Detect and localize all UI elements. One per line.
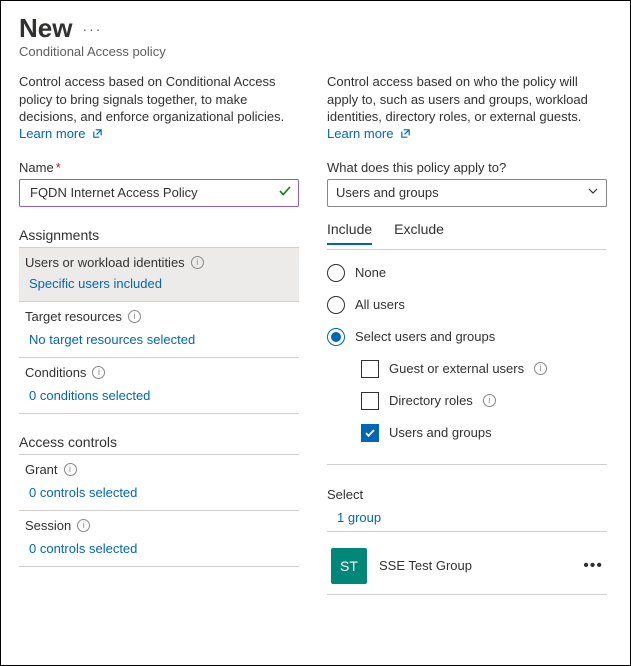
users-identities-label: Users or workload identities (25, 255, 185, 270)
info-icon[interactable]: i (77, 519, 90, 532)
page-title: New (19, 13, 72, 44)
group-item-menu-button[interactable]: ••• (583, 557, 603, 575)
checkbox-icon (361, 424, 379, 442)
checkbox-guest-external[interactable]: Guest or external users i (361, 360, 607, 378)
target-resources-row[interactable]: Target resources i (19, 302, 299, 330)
tab-include[interactable]: Include (327, 221, 372, 245)
target-resources-link[interactable]: No target resources selected (29, 332, 195, 347)
checkbox-directory-roles[interactable]: Directory roles i (361, 392, 607, 410)
name-input[interactable] (28, 184, 278, 201)
conditions-link[interactable]: 0 conditions selected (29, 388, 150, 403)
name-input-wrap[interactable] (19, 179, 299, 207)
learn-more-label: Learn more (327, 126, 393, 141)
grant-row[interactable]: Grant i (19, 455, 299, 483)
users-identities-link[interactable]: Specific users included (29, 276, 162, 291)
page-subtitle: Conditional Access policy (19, 44, 612, 59)
radio-none-label: None (355, 265, 386, 280)
checkbox-users-groups[interactable]: Users and groups (361, 424, 607, 442)
checkbox-icon (361, 360, 379, 378)
info-icon[interactable]: i (534, 362, 547, 375)
left-learn-more-link[interactable]: Learn more (19, 126, 103, 141)
external-link-icon (92, 127, 103, 142)
check-icon (278, 184, 292, 201)
tab-exclude[interactable]: Exclude (394, 221, 444, 245)
grant-link[interactable]: 0 controls selected (29, 485, 137, 500)
conditions-label: Conditions (25, 365, 86, 380)
radio-none[interactable]: None (327, 264, 607, 282)
group-name: SSE Test Group (379, 558, 472, 573)
radio-select-label: Select users and groups (355, 329, 495, 344)
select-label: Select (327, 487, 607, 502)
session-label: Session (25, 518, 71, 533)
access-controls-heading: Access controls (19, 434, 299, 450)
users-identities-row[interactable]: Users or workload identities i (19, 248, 299, 276)
select-link[interactable]: 1 group (337, 510, 381, 525)
radio-all-users-label: All users (355, 297, 405, 312)
selected-group-item[interactable]: ST SSE Test Group ••• (327, 538, 607, 594)
info-icon[interactable]: i (64, 463, 77, 476)
right-learn-more-link[interactable]: Learn more (327, 126, 411, 141)
info-icon[interactable]: i (128, 310, 141, 323)
radio-icon (327, 296, 345, 314)
checkbox-icon (361, 392, 379, 410)
session-link[interactable]: 0 controls selected (29, 541, 137, 556)
checkbox-guest-label: Guest or external users (389, 361, 524, 376)
info-icon[interactable]: i (92, 366, 105, 379)
users-identities-sub[interactable]: Specific users included (19, 276, 299, 301)
session-row[interactable]: Session i (19, 511, 299, 539)
group-avatar: ST (331, 548, 367, 584)
apply-dropdown-value: Users and groups (336, 185, 439, 200)
checkbox-usersgroups-label: Users and groups (389, 425, 492, 440)
conditions-row[interactable]: Conditions i (19, 358, 299, 386)
info-icon[interactable]: i (191, 256, 204, 269)
title-menu-button[interactable]: ··· (82, 21, 102, 37)
target-resources-label: Target resources (25, 309, 122, 324)
apply-dropdown[interactable]: Users and groups (327, 179, 607, 207)
checkbox-dirroles-label: Directory roles (389, 393, 473, 408)
right-description: Control access based on who the policy w… (327, 73, 607, 126)
radio-icon (327, 328, 345, 346)
assignments-heading: Assignments (19, 227, 299, 243)
learn-more-label: Learn more (19, 126, 85, 141)
chevron-down-icon (588, 186, 598, 199)
info-icon[interactable]: i (483, 394, 496, 407)
name-field-label: Name* (19, 160, 299, 175)
grant-label: Grant (25, 462, 58, 477)
radio-select-users-groups[interactable]: Select users and groups (327, 328, 607, 346)
radio-icon (327, 264, 345, 282)
apply-label: What does this policy apply to? (327, 160, 607, 175)
external-link-icon (400, 127, 411, 142)
radio-all-users[interactable]: All users (327, 296, 607, 314)
left-description: Control access based on Conditional Acce… (19, 73, 299, 126)
